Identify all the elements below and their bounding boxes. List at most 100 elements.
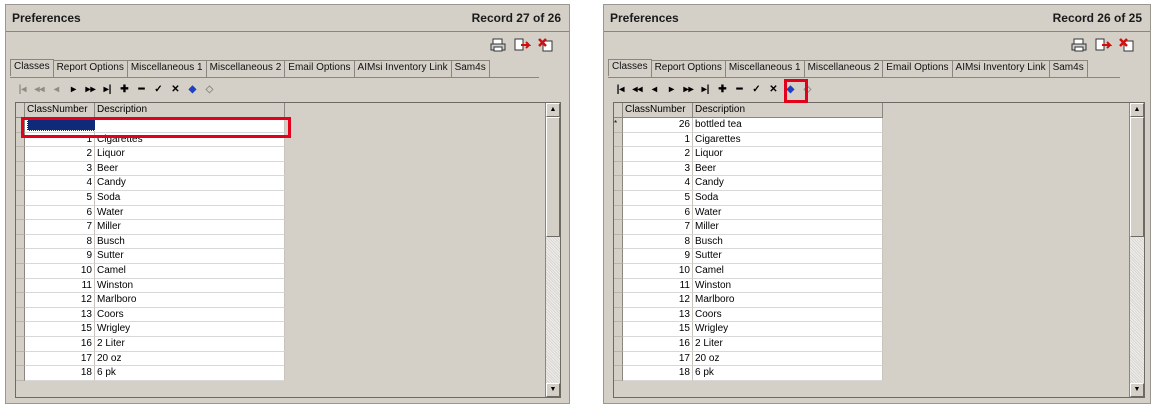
classnumber-cell[interactable]: 11 [623,278,693,294]
row-selector[interactable] [614,132,623,148]
classnumber-cell[interactable]: 7 [623,220,693,235]
add-icon[interactable]: ✚ [714,82,731,98]
table-row[interactable]: 12 Marlboro [16,293,285,308]
row-selector[interactable] [614,351,623,367]
table-row[interactable]: 4 Candy [16,176,285,191]
classnumber-cell[interactable]: 18 [25,366,95,381]
description-cell[interactable]: Wrigley [693,322,883,337]
table-row[interactable]: 6 Water [614,205,883,221]
table-row[interactable]: 17 20 oz [16,351,285,367]
table-row[interactable]: 1 Cigarettes [614,132,883,148]
cancel-icon[interactable]: ✕ [167,82,184,98]
table-row[interactable]: 7 Miller [614,220,883,235]
tab-classes[interactable]: Classes [608,59,652,76]
classnumber-cell[interactable]: 7 [25,220,95,235]
row-selector[interactable] [614,234,623,250]
delete-icon[interactable]: ━ [133,82,150,98]
row-selector[interactable] [16,278,25,294]
description-cell[interactable]: 2 Liter [95,336,285,352]
description-cell[interactable]: Candy [95,176,285,191]
description-cell[interactable]: 2 Liter [693,336,883,352]
cancel-icon[interactable]: ✕ [765,82,782,98]
description-cell[interactable]: 20 oz [95,351,285,367]
close-icon[interactable] [537,37,555,53]
last-icon[interactable]: ▸| [99,82,116,98]
description-cell[interactable]: Miller [95,220,285,235]
tab-aimsi-inventory-link[interactable]: AIMsi Inventory Link [353,60,452,77]
classnumber-cell[interactable]: 11 [25,278,95,294]
scroll-down-icon[interactable]: ▼ [546,383,560,397]
table-row[interactable]: 8 Busch [16,234,285,250]
table-row[interactable]: 16 2 Liter [614,336,883,352]
classnumber-cell[interactable]: 5 [25,190,95,206]
classnumber-cell[interactable]: 9 [623,249,693,264]
tab-email-options[interactable]: Email Options [284,60,355,77]
classnumber-cell[interactable]: 2 [623,147,693,162]
new-description-cell[interactable]: bottled tea [693,118,883,133]
tab-sam4s[interactable]: Sam4s [450,60,490,77]
print-icon[interactable] [489,37,507,53]
row-selector[interactable] [614,293,623,308]
description-cell[interactable]: Soda [95,190,285,206]
row-selector[interactable] [16,322,25,337]
first-icon[interactable]: |◂ [14,82,31,98]
row-selector[interactable] [16,336,25,352]
scroll-thumb[interactable] [1130,117,1144,237]
prev-page-icon[interactable]: ◂◂ [629,82,646,98]
row-selector[interactable] [16,220,25,235]
delete-icon[interactable]: ━ [731,82,748,98]
table-row[interactable]: 15 Wrigley [614,322,883,337]
table-row[interactable]: 11 Winston [16,278,285,294]
tab-miscellaneous-2[interactable]: Miscellaneous 2 [205,60,286,77]
tab-report-options[interactable]: Report Options [52,60,128,77]
print-icon[interactable] [1070,37,1088,53]
classnumber-cell[interactable]: 1 [623,132,693,148]
classnumber-cell[interactable]: 13 [25,307,95,323]
classnumber-cell[interactable]: 8 [623,234,693,250]
row-selector[interactable] [614,336,623,352]
vertical-scrollbar[interactable]: ▲ ▼ [1129,103,1144,397]
prev-icon[interactable]: ◂ [646,82,663,98]
column-header-description[interactable]: Description [693,103,883,118]
classnumber-cell[interactable]: 4 [623,176,693,191]
classnumber-cell[interactable]: 13 [623,307,693,323]
next-icon[interactable]: ▸ [663,82,680,98]
classnumber-cell[interactable]: 17 [25,351,95,367]
row-selector[interactable] [614,278,623,294]
description-cell[interactable]: Winston [95,278,285,294]
scroll-thumb[interactable] [546,117,560,237]
last-icon[interactable]: ▸| [697,82,714,98]
row-selector[interactable] [16,205,25,221]
description-cell[interactable]: 6 pk [95,366,285,381]
classnumber-cell[interactable]: 3 [623,161,693,177]
clear-icon[interactable]: ◇ [201,82,218,98]
row-selector[interactable] [614,249,623,264]
tab-miscellaneous-1[interactable]: Miscellaneous 1 [724,60,805,77]
prev-icon[interactable]: ◂ [48,82,65,98]
row-selector[interactable] [614,220,623,235]
description-cell[interactable]: 6 pk [693,366,883,381]
row-selector[interactable] [16,147,25,162]
description-cell[interactable]: Coors [95,307,285,323]
table-row[interactable]: 8 Busch [614,234,883,250]
new-number-cell[interactable]: 26 [623,118,693,133]
description-cell[interactable]: Cigarettes [693,132,883,148]
tab-report-options[interactable]: Report Options [650,60,726,77]
row-selector[interactable] [16,234,25,250]
table-row[interactable]: 12 Marlboro [614,293,883,308]
row-selector[interactable] [614,307,623,323]
new-record-row[interactable]: * 26 bottled tea [614,118,883,133]
tab-email-options[interactable]: Email Options [882,60,953,77]
row-selector[interactable] [614,322,623,337]
close-icon[interactable] [1118,37,1136,53]
description-cell[interactable]: Marlboro [95,293,285,308]
description-cell[interactable]: Marlboro [693,293,883,308]
refresh-icon[interactable]: ◆ [184,82,201,98]
description-cell[interactable]: Camel [693,263,883,279]
classnumber-cell[interactable]: 17 [623,351,693,367]
row-selector[interactable] [614,190,623,206]
row-selector[interactable] [16,190,25,206]
table-row[interactable]: 17 20 oz [614,351,883,367]
classnumber-cell[interactable]: 12 [25,293,95,308]
description-cell[interactable]: Wrigley [95,322,285,337]
